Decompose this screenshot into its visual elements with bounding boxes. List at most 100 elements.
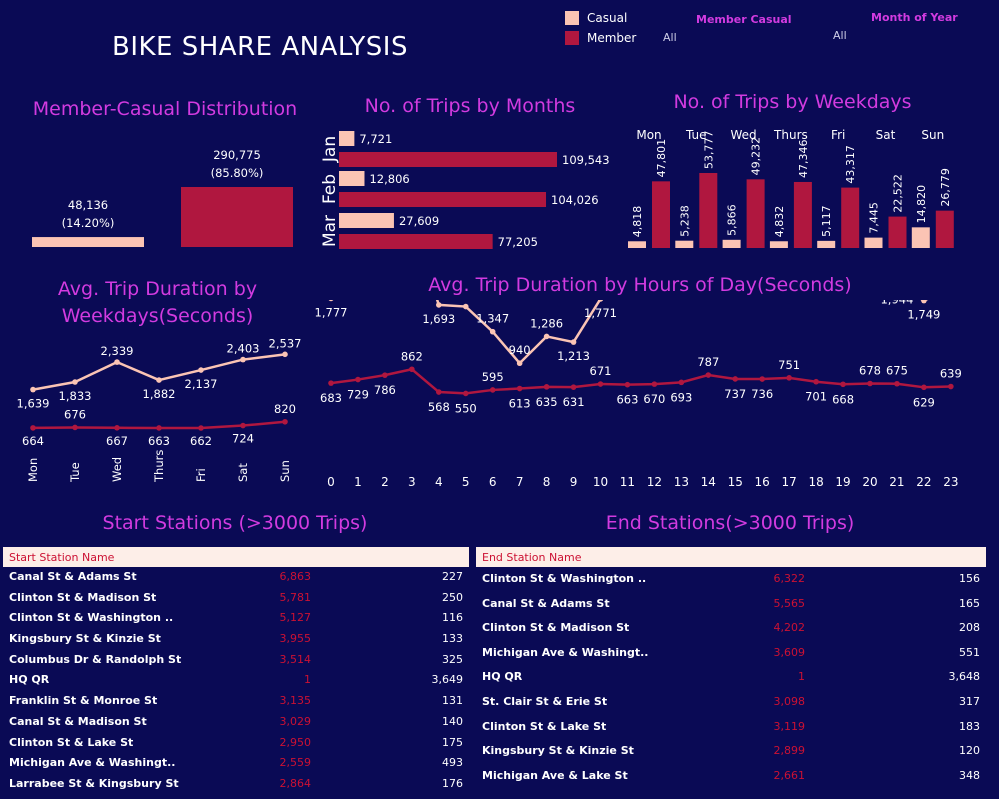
duration-tick-label: 4 bbox=[435, 475, 443, 489]
weekdays-value-label: 47,346 bbox=[797, 139, 810, 178]
distribution-chart: 48,136 (14.20%) 290,775 (85.80%) bbox=[32, 148, 293, 247]
duration-value-label: 1,672 bbox=[449, 300, 482, 301]
weekdays-bar bbox=[793, 181, 812, 248]
duration-value-label: 675 bbox=[886, 364, 908, 378]
weekdays-bar bbox=[675, 240, 694, 248]
duration-point bbox=[30, 386, 36, 393]
station-row: Clinton St & Madison St 4,202 208 bbox=[476, 616, 986, 641]
station-name: Clinton St & Washington .. bbox=[9, 611, 174, 625]
dur-hours-chart: 1,7772,0652,1932,7791,6931,6721,3479401,… bbox=[315, 300, 962, 489]
weekdays-chart: Mon4,81847,801Tue5,23853,777 Wed5,86649,2… bbox=[628, 128, 954, 248]
station-name: Michigan Ave & Lake St bbox=[482, 768, 628, 782]
station-name: HQ QR bbox=[482, 670, 523, 684]
filter-month-label: Month of Year bbox=[871, 11, 958, 24]
duration-value-label: 1,944 bbox=[880, 300, 913, 306]
weekdays-tick-label: Sun bbox=[921, 128, 944, 142]
duration-point bbox=[382, 372, 388, 378]
end-stations-title: End Stations(>3000 Trips) bbox=[605, 512, 855, 534]
duration-value-label: 2,537 bbox=[269, 336, 302, 350]
station-member-count: 5,781 bbox=[279, 590, 312, 604]
station-row: Michigan Ave & Washingt.. 3,609 551 bbox=[476, 641, 986, 666]
duration-value-label: 568 bbox=[428, 400, 450, 414]
months-value-label: 7,721 bbox=[359, 132, 392, 146]
station-member-count: 1 bbox=[798, 670, 805, 684]
station-member-count: 2,950 bbox=[279, 735, 312, 749]
station-name: Columbus Dr & Randolph St bbox=[9, 652, 182, 666]
duration-point bbox=[282, 418, 288, 425]
duration-value-label: 1,749 bbox=[907, 308, 940, 322]
station-name: Franklin St & Monroe St bbox=[9, 694, 158, 708]
duration-value-label: 550 bbox=[455, 401, 477, 415]
weekdays-bar bbox=[841, 187, 860, 248]
duration-point bbox=[409, 366, 415, 373]
weekdays-bar bbox=[935, 210, 954, 248]
station-name: Clinton St & Washington .. bbox=[482, 572, 647, 585]
weekdays-value-label: 43,317 bbox=[844, 145, 857, 184]
duration-tick-label: 8 bbox=[543, 475, 551, 489]
duration-point bbox=[759, 376, 765, 382]
duration-value-label: 862 bbox=[401, 349, 423, 363]
duration-point bbox=[732, 376, 739, 382]
duration-tick-label: 12 bbox=[647, 475, 662, 489]
station-member-count: 2,899 bbox=[773, 744, 806, 758]
station-casual-count: 176 bbox=[442, 776, 463, 790]
duration-value-label: 1,693 bbox=[422, 312, 455, 326]
duration-point bbox=[462, 390, 469, 397]
station-casual-count: 156 bbox=[959, 572, 980, 585]
end-stations-table: End Station Name Clinton St & Washington… bbox=[476, 547, 986, 788]
duration-point bbox=[921, 300, 927, 304]
station-member-count: 6,863 bbox=[279, 570, 312, 583]
duration-value-label: 693 bbox=[670, 390, 692, 404]
duration-value-label: 676 bbox=[64, 407, 86, 421]
duration-value-label: 595 bbox=[482, 370, 504, 384]
station-row: Larrabee St & Kingsbury St 2,864 176 bbox=[3, 774, 469, 795]
station-row: Clinton St & Washington .. 6,322 156 bbox=[476, 567, 986, 592]
duration-value-label: 2,137 bbox=[185, 377, 218, 391]
station-name: Clinton St & Lake St bbox=[482, 719, 607, 733]
duration-point bbox=[156, 425, 162, 431]
distribution-value-label: 290,775 bbox=[213, 148, 261, 162]
duration-tick-label: 22 bbox=[916, 475, 931, 489]
duration-value-label: 2,403 bbox=[227, 342, 260, 356]
months-bar bbox=[339, 171, 365, 186]
station-casual-count: 551 bbox=[959, 645, 980, 659]
duration-value-label: 1,882 bbox=[143, 387, 176, 401]
station-member-count: 1 bbox=[304, 673, 311, 687]
weekdays-bar bbox=[746, 179, 765, 248]
dur-weekdays-chart: 1,639 1,833 2,339 1,882 2,137 2,403 2,537 664 67… bbox=[17, 336, 302, 483]
duration-tick-label: 6 bbox=[489, 475, 497, 489]
station-member-count: 5,127 bbox=[279, 611, 312, 625]
duration-tick-label: 0 bbox=[327, 475, 335, 489]
duration-value-label: 1,639 bbox=[17, 397, 50, 411]
weekdays-value-label: 5,866 bbox=[726, 204, 739, 236]
station-member-count: 6,322 bbox=[773, 572, 806, 585]
station-row: Clinton St & Madison St 5,781 250 bbox=[3, 588, 469, 609]
duration-point bbox=[624, 381, 631, 388]
duration-tick-label: 5 bbox=[462, 475, 470, 489]
duration-point bbox=[570, 384, 577, 390]
months-tick-label: Jan bbox=[320, 136, 340, 163]
start-stations-table: Start Station Name Canal St & Adams St 6,… bbox=[3, 547, 469, 795]
filter-month-value[interactable]: All bbox=[833, 29, 847, 42]
months-tick-label: Feb bbox=[320, 174, 340, 204]
filter-member-casual-value[interactable]: All bbox=[663, 31, 677, 44]
distribution-bar bbox=[181, 187, 293, 247]
duration-tick-label: 17 bbox=[782, 475, 797, 489]
duration-tick-label: Sun bbox=[278, 460, 292, 482]
legend-member[interactable]: Member bbox=[565, 31, 636, 45]
station-casual-count: 133 bbox=[442, 632, 463, 646]
duration-value-label: 820 bbox=[274, 402, 296, 416]
months-bar bbox=[339, 213, 394, 228]
duration-value-label: 2,339 bbox=[101, 344, 134, 358]
station-row: Canal St & Madison St 3,029 140 bbox=[3, 712, 469, 733]
duration-point bbox=[328, 300, 334, 302]
duration-line bbox=[32, 353, 286, 391]
legend-casual[interactable]: Casual bbox=[565, 11, 627, 25]
weekdays-value-label: 4,832 bbox=[773, 206, 786, 238]
weekdays-bar bbox=[864, 237, 883, 248]
distribution-bar bbox=[32, 237, 144, 247]
duration-tick-label: 1 bbox=[354, 475, 362, 489]
member-swatch bbox=[565, 31, 579, 45]
duration-tick-label: 21 bbox=[889, 475, 904, 489]
months-value-label: 109,543 bbox=[562, 153, 610, 167]
